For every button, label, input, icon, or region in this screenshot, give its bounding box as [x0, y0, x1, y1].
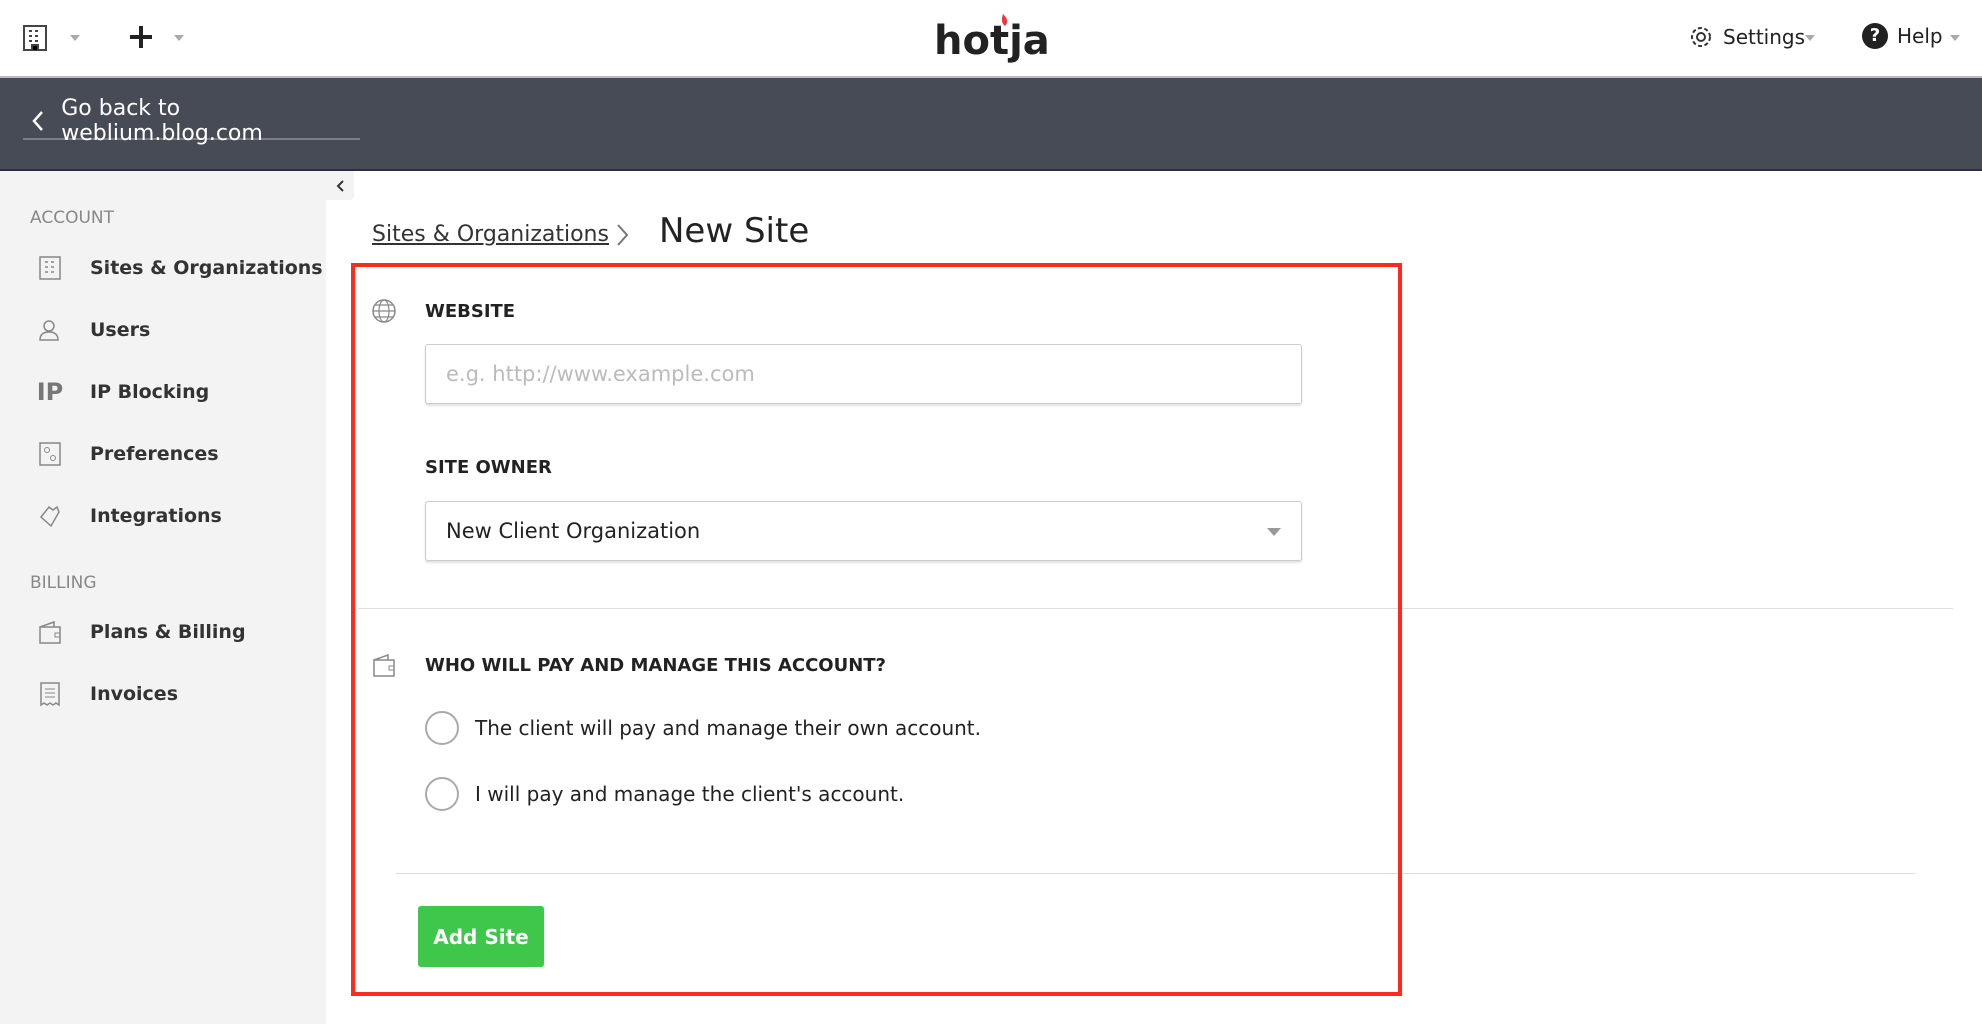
building-icon: [36, 254, 64, 282]
chevron-left-icon: [336, 179, 344, 192]
sidebar-item-invoices[interactable]: Invoices: [36, 674, 178, 714]
go-back-label: Go back to weblium.blog.com: [61, 96, 263, 146]
sidebar-item-integrations[interactable]: Integrations: [36, 496, 222, 536]
sidebar-item-label: Preferences: [90, 443, 219, 465]
chevron-left-icon: [32, 111, 43, 131]
page-title: New Site: [659, 211, 810, 251]
wallet-icon: [36, 618, 64, 646]
go-back-link[interactable]: Go back to weblium.blog.com: [23, 96, 360, 146]
plus-icon[interactable]: [128, 24, 154, 54]
site-owner-value: New Client Organization: [446, 519, 701, 543]
sidebar-item-users[interactable]: Users: [36, 310, 150, 350]
back-bar: Go back to weblium.blog.com: [0, 78, 1982, 171]
website-input[interactable]: [425, 344, 1302, 404]
help-menu[interactable]: Help: [1897, 24, 1943, 48]
sidebar-item-plans-billing[interactable]: Plans & Billing: [36, 612, 246, 652]
users-icon: [36, 316, 64, 344]
settings-menu[interactable]: Settings: [1723, 25, 1805, 49]
sidebar-section-billing: BILLING: [30, 573, 97, 593]
building-icon[interactable]: [22, 24, 48, 56]
chevron-down-icon[interactable]: [70, 35, 80, 41]
top-bar: hotjar Settings ? Help: [0, 0, 1982, 78]
radio-circle[interactable]: [425, 777, 459, 811]
collapse-sidebar-button[interactable]: [326, 171, 354, 200]
sidebar-item-label: Invoices: [90, 683, 179, 705]
integrations-icon: [36, 502, 64, 530]
sidebar-section-account: ACCOUNT: [30, 208, 114, 228]
wallet-icon: [373, 653, 395, 677]
sidebar-item-ip-blocking[interactable]: IP IP Blocking: [36, 372, 209, 412]
svg-text:hotjar: hotjar: [934, 18, 1048, 64]
radio-label: I will pay and manage the client's accou…: [475, 782, 905, 806]
website-label: WEBSITE: [425, 301, 516, 322]
chevron-right-icon: [617, 224, 629, 246]
help-icon[interactable]: ?: [1862, 23, 1888, 49]
chevron-down-icon: [1267, 528, 1281, 536]
sidebar-item-label: IP Blocking: [90, 381, 210, 403]
gear-icon[interactable]: [1688, 24, 1714, 54]
hotjar-logo[interactable]: hotjar: [934, 8, 1070, 68]
chevron-down-icon[interactable]: [1805, 35, 1815, 41]
ip-icon: IP: [36, 378, 64, 406]
sidebar-item-preferences[interactable]: Preferences: [36, 434, 219, 474]
site-owner-select[interactable]: New Client Organization: [425, 501, 1302, 561]
divider: [358, 608, 1953, 609]
payment-question: WHO WILL PAY AND MANAGE THIS ACCOUNT?: [425, 655, 886, 676]
radio-circle[interactable]: [425, 711, 459, 745]
site-owner-label: SITE OWNER: [425, 457, 552, 478]
add-site-button[interactable]: Add Site: [418, 906, 544, 967]
sidebar-item-sites[interactable]: Sites & Organizations: [36, 248, 323, 288]
radio-i-pay[interactable]: I will pay and manage the client's accou…: [425, 777, 904, 811]
chevron-down-icon[interactable]: [174, 35, 184, 41]
divider: [396, 873, 1915, 874]
preferences-icon: [36, 440, 64, 468]
sidebar-item-label: Integrations: [90, 505, 222, 527]
sidebar-item-label: Users: [90, 319, 151, 341]
radio-client-pays[interactable]: The client will pay and manage their own…: [425, 711, 981, 745]
radio-label: The client will pay and manage their own…: [475, 716, 982, 740]
sidebar-item-label: Sites & Organizations: [90, 257, 323, 279]
sidebar: [0, 171, 326, 1024]
chevron-down-icon[interactable]: [1950, 35, 1960, 41]
globe-icon: [372, 299, 396, 323]
invoice-icon: [36, 680, 64, 708]
sidebar-item-label: Plans & Billing: [90, 621, 246, 643]
breadcrumb-sites-link[interactable]: Sites & Organizations: [372, 222, 609, 247]
